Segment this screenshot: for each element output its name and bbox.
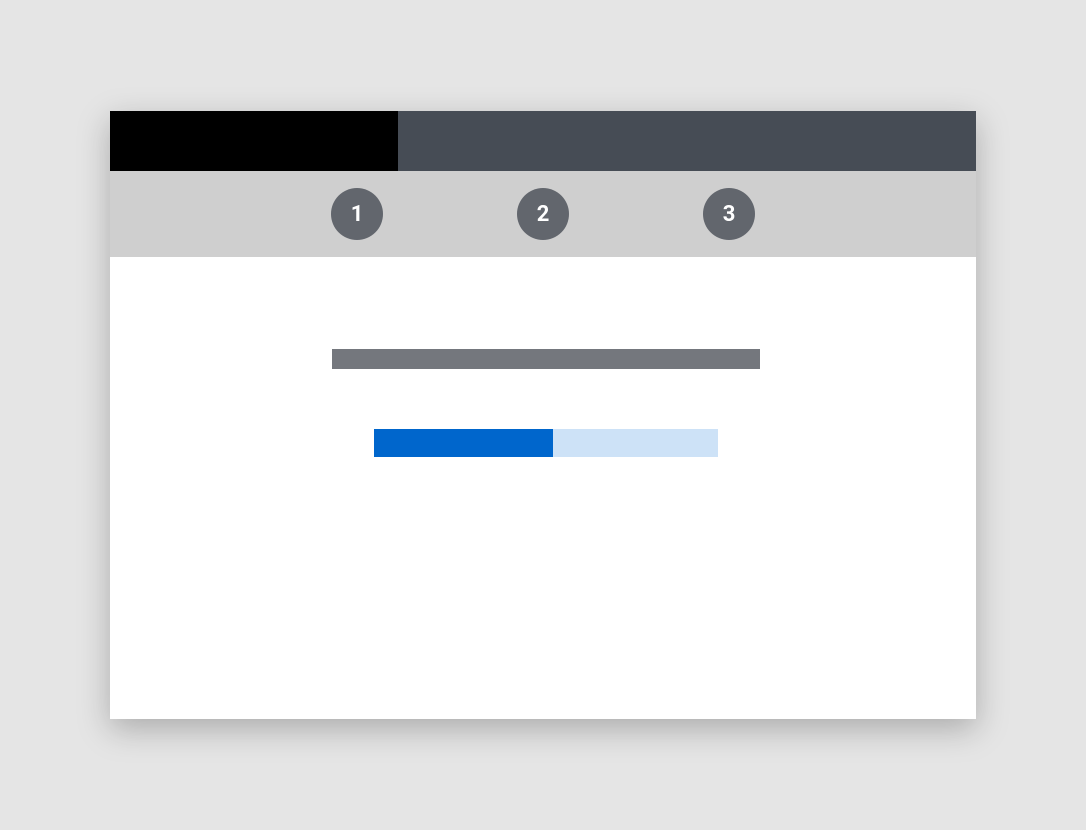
top-bar [110, 111, 976, 171]
step-1-label: 1 [351, 202, 364, 227]
step-2-label: 2 [537, 202, 550, 227]
stepper-bar: 1 2 3 [110, 171, 976, 257]
app-window: 1 2 3 [110, 111, 976, 719]
top-bar-grey-segment [398, 111, 976, 171]
step-3[interactable]: 3 [703, 188, 755, 240]
step-1[interactable]: 1 [331, 188, 383, 240]
step-3-label: 3 [723, 202, 736, 227]
progress-bar-fill [374, 429, 553, 457]
top-bar-dark-segment [110, 111, 398, 171]
heading-placeholder [332, 349, 760, 369]
content-area [110, 257, 976, 719]
step-2[interactable]: 2 [517, 188, 569, 240]
progress-bar [374, 429, 718, 457]
